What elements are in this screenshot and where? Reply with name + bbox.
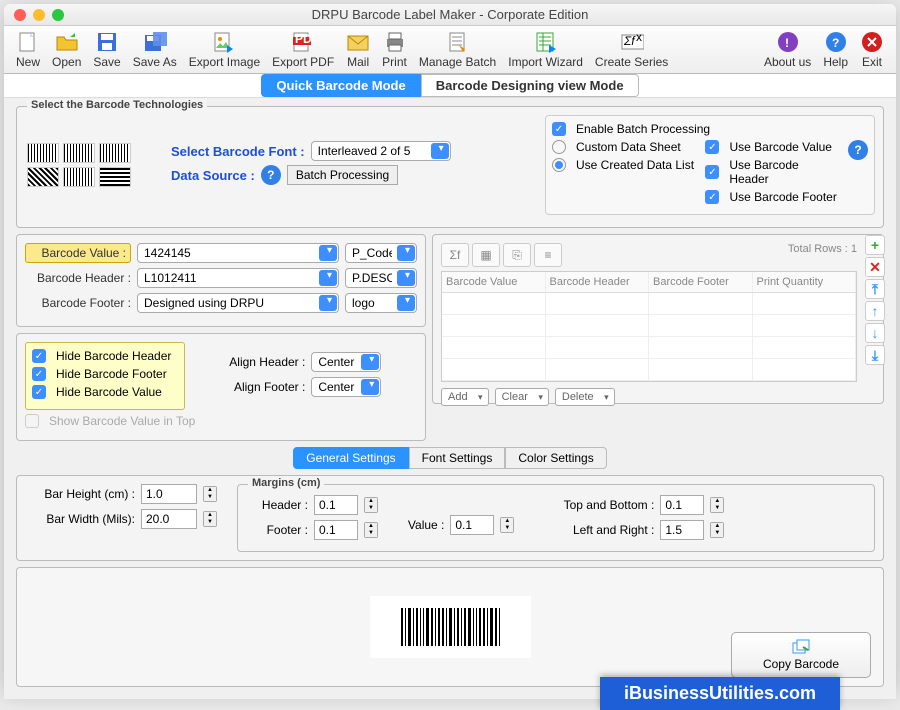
bar-width-input[interactable] — [141, 509, 197, 529]
barcode-style-icon[interactable] — [63, 167, 95, 187]
barcode-style-icon[interactable] — [99, 143, 131, 163]
about-button[interactable]: !About us — [764, 30, 811, 69]
formula-icon[interactable]: Σf — [441, 243, 469, 267]
barcode-footer-label: Barcode Footer : — [25, 296, 131, 310]
hide-header-checkbox[interactable]: ✓ — [32, 349, 46, 363]
tab-color-settings[interactable]: Color Settings — [505, 447, 606, 469]
help-icon[interactable]: ? — [261, 165, 281, 185]
barcode-header-label: Barcode Header : — [25, 271, 131, 285]
delete-dropdown[interactable]: Delete — [555, 388, 615, 406]
data-source-value: Batch Processing — [287, 165, 398, 185]
use-value-checkbox[interactable]: ✓ — [705, 140, 719, 154]
open-button[interactable]: Open — [52, 30, 81, 69]
copy-barcode-button[interactable]: Copy Barcode — [731, 632, 871, 678]
align-footer-label: Align Footer : — [215, 380, 305, 394]
print-button[interactable]: Print — [382, 30, 407, 69]
barcode-tech-title: Select the Barcode Technologies — [27, 99, 207, 111]
bar-height-input[interactable] — [141, 484, 197, 504]
custom-sheet-radio[interactable] — [552, 140, 566, 154]
barcode-value-label: Barcode Value : — [25, 243, 131, 263]
tab-general-settings[interactable]: General Settings — [293, 447, 408, 469]
exit-button[interactable]: Exit — [860, 30, 884, 69]
titlebar: DRPU Barcode Label Maker - Corporate Edi… — [4, 4, 896, 26]
enable-batch-checkbox[interactable]: ✓ — [552, 122, 566, 136]
barcode-header-input[interactable] — [137, 268, 339, 288]
barcode-header-col[interactable] — [345, 268, 417, 288]
stepper-down[interactable]: ▼ — [204, 519, 216, 526]
export-image-button[interactable]: Export Image — [189, 30, 260, 69]
bar-height-label: Bar Height (cm) : — [25, 487, 135, 501]
clear-dropdown[interactable]: Clear — [495, 388, 549, 406]
created-list-radio[interactable] — [552, 158, 566, 172]
hide-value-checkbox[interactable]: ✓ — [32, 385, 46, 399]
stepper-up[interactable]: ▲ — [204, 487, 216, 494]
show-top-checkbox[interactable] — [25, 414, 39, 428]
barcode-style-icon[interactable] — [27, 143, 59, 163]
svg-text:!: ! — [785, 36, 789, 50]
move-bottom-button[interactable]: ⤓ — [865, 345, 885, 365]
import-wizard-button[interactable]: Import Wizard — [508, 30, 583, 69]
new-button[interactable]: New — [16, 30, 40, 69]
barcode-style-icon[interactable] — [63, 143, 95, 163]
barcode-footer-col[interactable] — [345, 293, 417, 313]
mode-tabs: Quick Barcode Mode Barcode Designing vie… — [4, 74, 896, 98]
barcode-tech-panel: Select the Barcode Technologies Select B… — [16, 106, 884, 228]
barcode-preview: Copy Barcode — [16, 567, 884, 687]
align-footer-select[interactable]: Center — [311, 377, 381, 397]
total-rows-label: Total Rows : 1 — [788, 243, 857, 267]
remove-row-button[interactable]: ✕ — [865, 257, 885, 277]
margin-footer-input[interactable] — [314, 520, 358, 540]
add-dropdown[interactable]: Add — [441, 388, 489, 406]
barcode-style-icon[interactable] — [99, 167, 131, 187]
bar-width-label: Bar Width (Mils): — [25, 512, 135, 526]
align-header-label: Align Header : — [215, 355, 305, 369]
stepper-down[interactable]: ▼ — [204, 494, 216, 501]
margins-title: Margins (cm) — [248, 477, 324, 489]
save-button[interactable]: Save — [93, 30, 120, 69]
move-up-button[interactable]: ↑ — [865, 301, 885, 321]
sheet-icon[interactable]: ▦ — [472, 243, 500, 267]
brand-watermark: iBusinessUtilities.com — [600, 677, 840, 710]
export-pdf-button[interactable]: PDFExport PDF — [272, 30, 334, 69]
svg-text:Σf: Σf — [623, 34, 636, 48]
barcode-font-label: Select Barcode Font : — [171, 144, 305, 159]
move-top-button[interactable]: ⤒ — [865, 279, 885, 299]
barcode-font-select[interactable]: Interleaved 2 of 5 — [311, 141, 451, 161]
tab-font-settings[interactable]: Font Settings — [409, 447, 506, 469]
align-header-select[interactable]: Center — [311, 352, 381, 372]
list-icon[interactable]: ≡ — [534, 243, 562, 267]
barcode-style-icon[interactable] — [27, 167, 59, 187]
settings-tabs: General Settings Font Settings Color Set… — [16, 447, 884, 469]
barcode-image — [370, 596, 531, 658]
save-as-button[interactable]: Save As — [133, 30, 177, 69]
hide-footer-checkbox[interactable]: ✓ — [32, 367, 46, 381]
help-button[interactable]: ?Help — [823, 30, 848, 69]
manage-batch-button[interactable]: Manage Batch — [419, 30, 496, 69]
margin-value-input[interactable] — [450, 515, 494, 535]
margin-header-input[interactable] — [314, 495, 358, 515]
barcode-value-col[interactable] — [345, 243, 417, 263]
data-source-label: Data Source : — [171, 168, 255, 183]
data-grid[interactable]: Barcode ValueBarcode HeaderBarcode Foote… — [441, 271, 857, 382]
svg-text:PDF: PDF — [295, 32, 314, 46]
use-header-checkbox[interactable]: ✓ — [705, 165, 719, 179]
barcode-value-input[interactable] — [137, 243, 339, 263]
main-toolbar: New Open Save Save As Export Image PDFEx… — [4, 26, 896, 74]
create-series-button[interactable]: ΣfxCreate Series — [595, 30, 668, 69]
copy-icon[interactable]: ⎘ — [503, 243, 531, 267]
use-footer-checkbox[interactable]: ✓ — [705, 190, 719, 204]
svg-text:x: x — [636, 31, 642, 44]
mail-button[interactable]: Mail — [346, 30, 370, 69]
help-icon[interactable]: ? — [848, 140, 868, 160]
tab-quick-mode[interactable]: Quick Barcode Mode — [261, 74, 420, 97]
window-title: DRPU Barcode Label Maker - Corporate Edi… — [4, 7, 896, 22]
margin-lr-input[interactable] — [660, 520, 704, 540]
stepper-up[interactable]: ▲ — [204, 512, 216, 519]
barcode-footer-input[interactable] — [137, 293, 339, 313]
move-down-button[interactable]: ↓ — [865, 323, 885, 343]
svg-text:?: ? — [832, 36, 839, 50]
margin-tb-input[interactable] — [660, 495, 704, 515]
tab-design-mode[interactable]: Barcode Designing view Mode — [421, 74, 639, 97]
add-row-button[interactable]: + — [865, 235, 885, 255]
